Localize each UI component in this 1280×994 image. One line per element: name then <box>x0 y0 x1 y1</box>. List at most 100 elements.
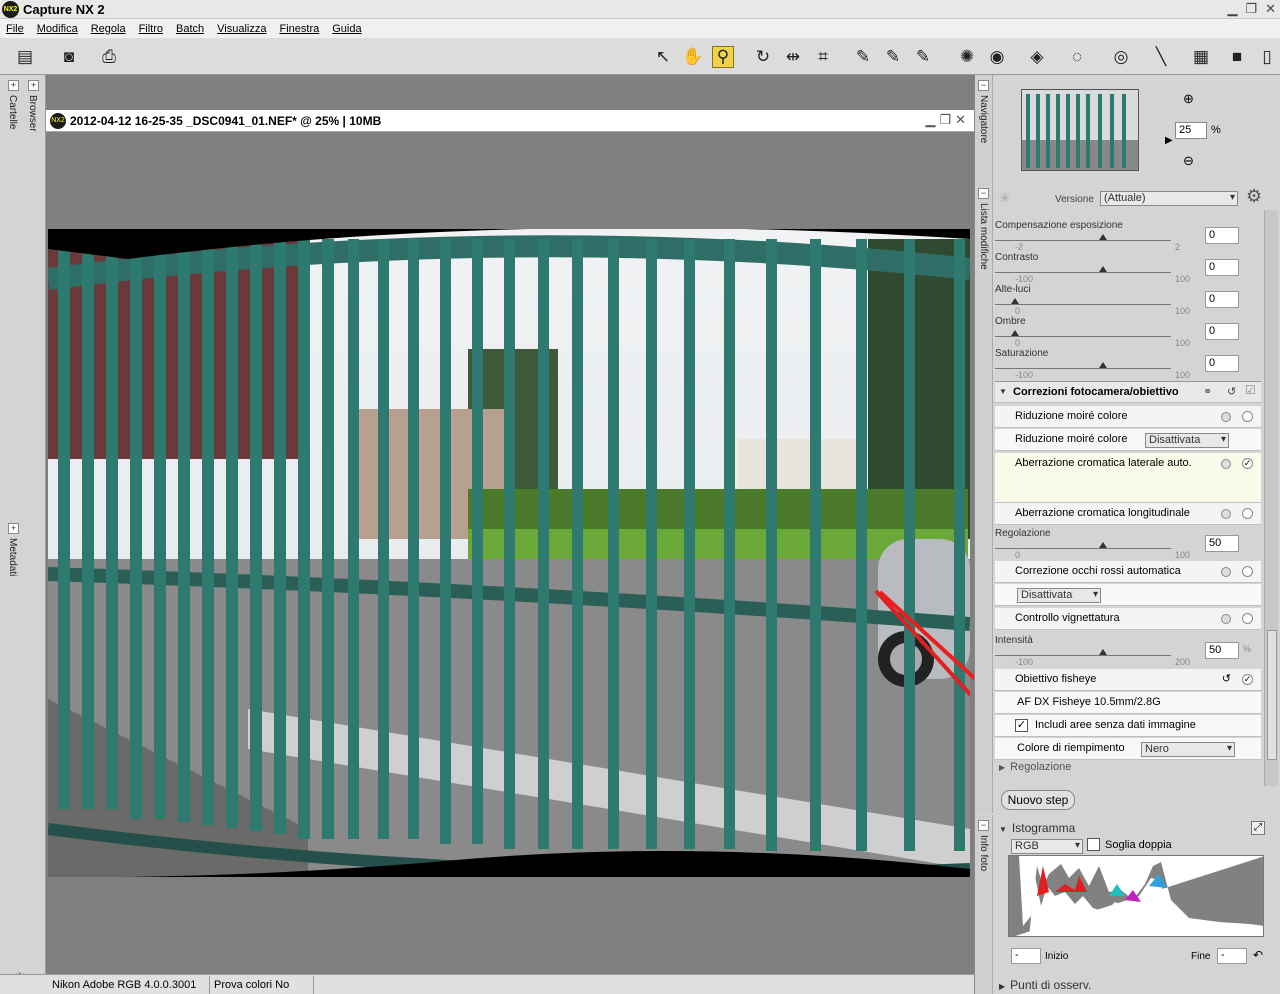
scrollbar-thumb[interactable] <box>1267 630 1277 760</box>
slider-track[interactable] <box>995 336 1171 337</box>
step-redeye[interactable]: Correzione occhi rossi automatica <box>995 561 1261 583</box>
restore-icon[interactable]: ❐ <box>1245 1 1257 17</box>
zoom-out-icon[interactable]: ⊖ <box>1183 153 1194 169</box>
moire-enable-icon[interactable] <box>1242 411 1253 422</box>
direct-select-icon[interactable]: ↖ <box>652 46 674 68</box>
menu-batch[interactable]: Batch <box>176 23 204 35</box>
slider-track[interactable] <box>995 304 1171 305</box>
slider-track[interactable] <box>995 272 1171 273</box>
navigator-thumbnail[interactable] <box>1021 89 1139 171</box>
slider-thumb[interactable] <box>1011 298 1019 304</box>
slider-value-input[interactable]: 50 <box>1205 535 1239 552</box>
redeye-enable-icon[interactable] <box>1242 566 1253 577</box>
moire-select[interactable]: Disattivata <box>1145 433 1229 448</box>
double-threshold-checkbox[interactable] <box>1087 838 1100 851</box>
histogram-expand-icon[interactable]: ▼ <box>999 825 1007 834</box>
slider-thumb[interactable] <box>1099 266 1107 272</box>
gradient-icon[interactable]: ▦ <box>1190 46 1212 68</box>
camera-icon[interactable]: ◙ <box>58 46 80 68</box>
workspace-icon[interactable]: ▤ <box>14 46 36 68</box>
channel-select[interactable]: RGB <box>1011 839 1083 854</box>
vignette-enable-icon[interactable] <box>1242 613 1253 624</box>
slider-track[interactable] <box>995 655 1171 656</box>
document-window-controls[interactable]: ▁❐✕ <box>925 112 970 128</box>
reset-icon[interactable]: ↺ <box>1227 385 1236 398</box>
zoom-input[interactable]: 25 <box>1175 122 1207 139</box>
fill-color-select[interactable]: Nero <box>1141 742 1235 757</box>
end-input[interactable]: - <box>1217 948 1247 964</box>
longitudinal-ca-enable-icon[interactable] <box>1242 508 1253 519</box>
slider-value-input[interactable]: 0 <box>1205 227 1239 244</box>
fisheye-reset-icon[interactable]: ↺ <box>1222 669 1231 690</box>
step-vignette[interactable]: Controllo vignettatura <box>995 608 1261 630</box>
observation-row[interactable]: ▶ Punti di osserv. <box>999 978 1091 992</box>
slider-thumb[interactable] <box>1099 542 1107 548</box>
slider-track[interactable] <box>995 368 1171 369</box>
fill-icon[interactable]: ■ <box>1226 46 1248 68</box>
step-moire-title[interactable]: Riduzione moiré colore <box>995 406 1261 428</box>
marquee-icon[interactable]: ◎ <box>1110 46 1132 68</box>
collapse-edit-list-icon[interactable]: − <box>978 188 989 199</box>
slider-value-input[interactable]: 0 <box>1205 259 1239 276</box>
neutral-point-icon[interactable]: ✎ <box>912 46 934 68</box>
slider-track[interactable] <box>995 240 1171 241</box>
hand-icon[interactable]: ✋ <box>682 46 704 68</box>
version-select[interactable]: (Attuale) <box>1100 191 1238 206</box>
rotate-icon[interactable]: ↻ <box>752 46 774 68</box>
link-icon[interactable]: ⚭ <box>1203 385 1212 398</box>
new-step-button[interactable]: Nuovo step <box>1001 790 1075 810</box>
zoom-in-icon[interactable]: ⊕ <box>1183 91 1194 107</box>
fisheye-check-icon[interactable]: ✓ <box>1242 674 1253 685</box>
slider-value-input[interactable]: 0 <box>1205 355 1239 372</box>
tab-cartelle[interactable]: Cartelle <box>7 95 18 129</box>
layout-icon[interactable]: ▯ <box>1256 46 1278 68</box>
moire-toggle-icon[interactable] <box>1221 412 1231 422</box>
slider-thumb[interactable] <box>1011 330 1019 336</box>
straighten-icon[interactable]: ⇹ <box>782 46 804 68</box>
tab-browser[interactable]: Browser <box>27 95 38 132</box>
lasso-icon[interactable]: ◌ <box>1066 46 1088 68</box>
slider-thumb[interactable] <box>1099 234 1107 240</box>
expand-metadati-icon[interactable]: + <box>8 523 19 534</box>
collapse-info-icon[interactable]: − <box>978 820 989 831</box>
histogram-reset-icon[interactable]: ↶ <box>1253 948 1263 962</box>
lateral-ca-toggle-icon[interactable] <box>1221 459 1231 469</box>
slider-value-input[interactable]: 50 <box>1205 642 1239 659</box>
brush-icon[interactable]: ╲ <box>1150 46 1172 68</box>
step-fisheye[interactable]: Obiettivo fisheye ↺ ✓ <box>995 669 1261 691</box>
soft-proof-select[interactable]: Prova colori No <box>210 975 314 994</box>
slider-thumb[interactable] <box>1099 649 1107 655</box>
output-icon[interactable]: ⎙ <box>98 46 120 68</box>
slider-value-input[interactable]: 0 <box>1205 291 1239 308</box>
section-camera-lens[interactable]: Correzioni fotocamera/obiettivo <box>995 381 1261 403</box>
white-point-icon[interactable]: ✎ <box>882 46 904 68</box>
start-input[interactable]: - <box>1011 948 1041 964</box>
slider-thumb[interactable] <box>1099 362 1107 368</box>
expand-browser-icon[interactable]: + <box>28 80 39 91</box>
black-point-icon[interactable]: ✎ <box>852 46 874 68</box>
photo-canvas[interactable] <box>48 229 970 877</box>
redeye-toggle-icon[interactable] <box>1221 567 1231 577</box>
minimize-icon[interactable]: ▁ <box>1227 1 1237 17</box>
expand-cartelle-icon[interactable]: + <box>8 80 19 91</box>
menu-guida[interactable]: Guida <box>332 23 361 35</box>
slider-value-input[interactable]: 0 <box>1205 323 1239 340</box>
longitudinal-ca-toggle-icon[interactable] <box>1221 509 1231 519</box>
menu-visualizza[interactable]: Visualizza <box>217 23 266 35</box>
zoom-slider-icon[interactable]: ▶ <box>1165 135 1173 146</box>
tab-metadati[interactable]: Metadati <box>7 538 18 576</box>
step-lateral-ca[interactable]: Aberrazione cromatica laterale auto. ✓ <box>995 453 1261 503</box>
edit-list-scrollbar[interactable] <box>1264 210 1278 786</box>
histogram-popout-icon[interactable]: ⤢ <box>1251 821 1265 835</box>
redeye-select[interactable]: Disattivata <box>1017 588 1101 603</box>
section-check-icon[interactable]: ☑ <box>1245 383 1256 397</box>
collapse-navigator-icon[interactable]: − <box>978 80 989 91</box>
vignette-toggle-icon[interactable] <box>1221 614 1231 624</box>
menu-finestra[interactable]: Finestra <box>279 23 319 35</box>
eye-icon[interactable]: ◉ <box>986 46 1008 68</box>
menu-modifica[interactable]: Modifica <box>37 23 78 35</box>
close-icon[interactable]: ✕ <box>1265 1 1276 17</box>
histogram-header[interactable]: ▼ Istogramma <box>999 821 1075 835</box>
zoom-icon[interactable]: ⚲ <box>712 46 734 68</box>
gear-icon[interactable]: ⚙ <box>1246 186 1262 207</box>
